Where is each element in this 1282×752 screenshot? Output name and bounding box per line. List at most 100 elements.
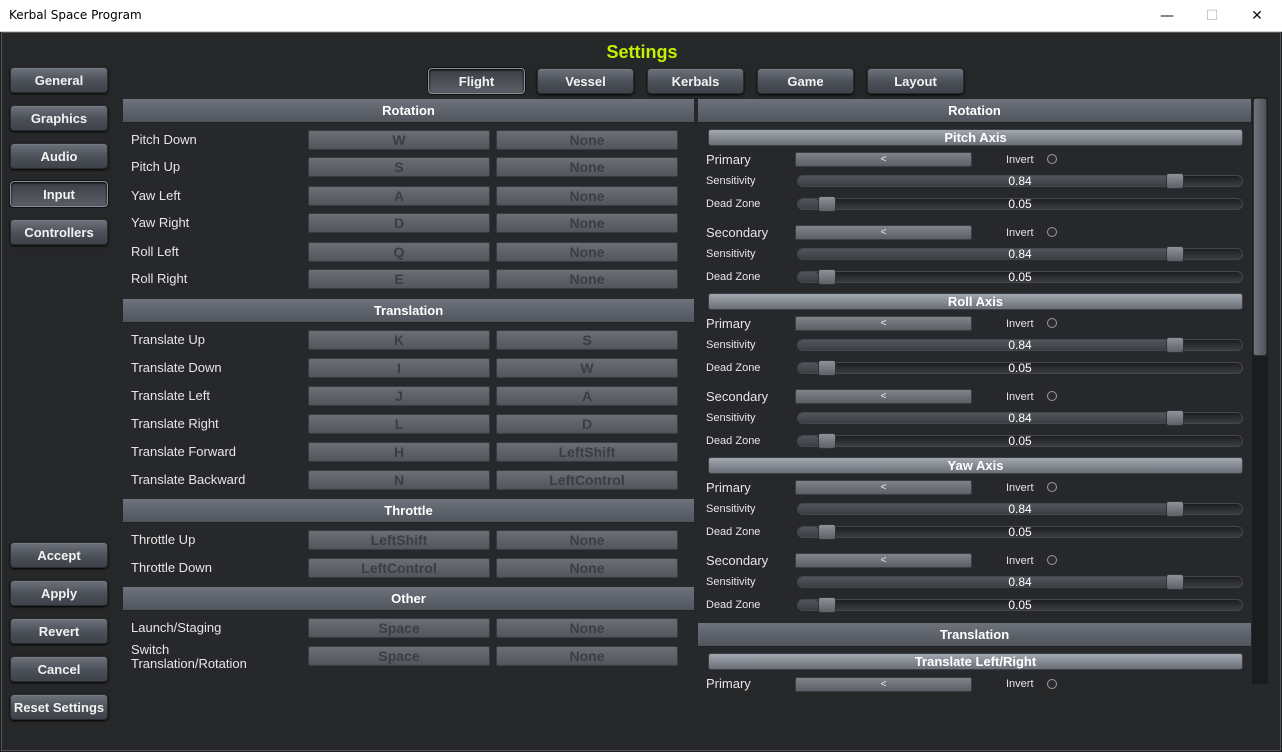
dead-zone-label: Dead Zone [706, 435, 761, 447]
secondary-axis-bind-button[interactable]: < [795, 225, 972, 240]
sensitivity-value: 0.84 [1008, 575, 1032, 589]
binding-label: Throttle Up [131, 532, 196, 547]
primary-key-button[interactable]: L [308, 414, 490, 434]
slider-thumb[interactable] [1166, 410, 1184, 426]
primary-axis-bind-button[interactable]: < [795, 316, 972, 331]
binding-label: Pitch Down [131, 132, 197, 147]
secondary-key-button[interactable]: None [496, 269, 678, 289]
tab-kerbals[interactable]: Kerbals [647, 68, 744, 94]
slider-thumb[interactable] [818, 433, 836, 449]
dead-zone-label: Dead Zone [706, 271, 761, 283]
scrollbar-thumb[interactable] [1253, 98, 1267, 356]
primary-key-button[interactable]: H [308, 442, 490, 462]
invert-radio[interactable] [1047, 318, 1057, 328]
secondary-key-button[interactable]: None [496, 130, 678, 150]
dead-zone-label: Dead Zone [706, 599, 761, 611]
primary-key-button[interactable]: S [308, 157, 490, 177]
slider-thumb[interactable] [818, 524, 836, 540]
sensitivity-label: Sensitivity [706, 248, 756, 260]
secondary-key-button[interactable]: None [496, 157, 678, 177]
primary-key-button[interactable]: E [308, 269, 490, 289]
sidebar-controllers-button[interactable]: Controllers [10, 219, 108, 245]
secondary-key-button[interactable]: S [496, 330, 678, 350]
axis-header: Yaw Axis [708, 457, 1243, 474]
secondary-key-button[interactable]: W [496, 358, 678, 378]
secondary-key-button[interactable]: A [496, 386, 678, 406]
primary-key-button[interactable]: Space [308, 646, 490, 666]
minimize-icon[interactable]: — [1144, 0, 1190, 32]
sensitivity-value: 0.84 [1008, 247, 1032, 261]
cancel-button[interactable]: Cancel [10, 656, 108, 682]
invert-radio[interactable] [1047, 482, 1057, 492]
slider-thumb[interactable] [1166, 337, 1184, 353]
primary-axis-bind-button[interactable]: < [795, 152, 972, 167]
secondary-key-button[interactable]: None [496, 530, 678, 550]
tab-game[interactable]: Game [757, 68, 854, 94]
tab-layout[interactable]: Layout [867, 68, 964, 94]
slider-thumb[interactable] [818, 360, 836, 376]
primary-key-button[interactable]: LeftShift [308, 530, 490, 550]
accept-button[interactable]: Accept [10, 542, 108, 568]
other-section-header: Other [123, 587, 694, 611]
slider-thumb[interactable] [1166, 501, 1184, 517]
sidebar-general-button[interactable]: General [10, 67, 108, 93]
secondary-key-button[interactable]: None [496, 646, 678, 666]
slider-fill [798, 176, 1173, 186]
binding-label: Launch/Staging [131, 620, 222, 635]
sidebar-audio-button[interactable]: Audio [10, 143, 108, 169]
sensitivity-value: 0.84 [1008, 174, 1032, 188]
tab-vessel[interactable]: Vessel [537, 68, 634, 94]
tab-flight[interactable]: Flight [428, 68, 525, 94]
axis-bind-button[interactable]: < [795, 677, 972, 692]
secondary-key-button[interactable]: LeftShift [496, 442, 678, 462]
invert-radio[interactable] [1047, 679, 1057, 689]
sidebar-graphics-button[interactable]: Graphics [10, 105, 108, 131]
secondary-axis-bind-button[interactable]: < [795, 553, 972, 568]
slider-thumb[interactable] [818, 597, 836, 613]
primary-key-button[interactable]: D [308, 213, 490, 233]
maximize-icon[interactable]: ☐ [1189, 0, 1235, 32]
secondary-axis-bind-button[interactable]: < [795, 389, 972, 404]
primary-key-button[interactable]: I [308, 358, 490, 378]
reset-settings-button[interactable]: Reset Settings [10, 694, 108, 720]
invert-radio[interactable] [1047, 555, 1057, 565]
secondary-key-button[interactable]: LeftControl [496, 470, 678, 490]
secondary-key-button[interactable]: None [496, 558, 678, 578]
slider-thumb[interactable] [818, 196, 836, 212]
binding-label: Translate Forward [131, 444, 236, 459]
primary-key-button[interactable]: J [308, 386, 490, 406]
secondary-key-button[interactable]: None [496, 213, 678, 233]
slider-thumb[interactable] [818, 269, 836, 285]
binding-label: Roll Right [131, 271, 188, 286]
primary-key-button[interactable]: N [308, 470, 490, 490]
slider-thumb[interactable] [1166, 246, 1184, 262]
primary-key-button[interactable]: LeftControl [308, 558, 490, 578]
close-icon[interactable]: ✕ [1234, 0, 1280, 32]
primary-axis-bind-button[interactable]: < [795, 480, 972, 495]
primary-key-button[interactable]: A [308, 186, 490, 206]
sensitivity-label: Sensitivity [706, 412, 756, 424]
binding-label: Translate Backward [131, 472, 246, 487]
invert-radio[interactable] [1047, 154, 1057, 164]
secondary-key-button[interactable]: None [496, 186, 678, 206]
revert-button[interactable]: Revert [10, 618, 108, 644]
binding-label: Yaw Left [131, 188, 181, 203]
primary-key-button[interactable]: K [308, 330, 490, 350]
secondary-key-button[interactable]: D [496, 414, 678, 434]
primary-key-button[interactable]: Q [308, 242, 490, 262]
primary-key-button[interactable]: Space [308, 618, 490, 638]
axis-header: Roll Axis [708, 293, 1243, 310]
slider-thumb[interactable] [1166, 574, 1184, 590]
sidebar-input-button[interactable]: Input [10, 181, 108, 207]
invert-label: Invert [1006, 227, 1034, 239]
secondary-key-button[interactable]: None [496, 618, 678, 638]
slider-thumb[interactable] [1166, 173, 1184, 189]
apply-button[interactable]: Apply [10, 580, 108, 606]
binding-label: Throttle Down [131, 560, 212, 575]
invert-radio[interactable] [1047, 391, 1057, 401]
sensitivity-label: Sensitivity [706, 339, 756, 351]
primary-key-button[interactable]: W [308, 130, 490, 150]
secondary-label: Secondary [706, 553, 769, 568]
invert-radio[interactable] [1047, 227, 1057, 237]
secondary-key-button[interactable]: None [496, 242, 678, 262]
